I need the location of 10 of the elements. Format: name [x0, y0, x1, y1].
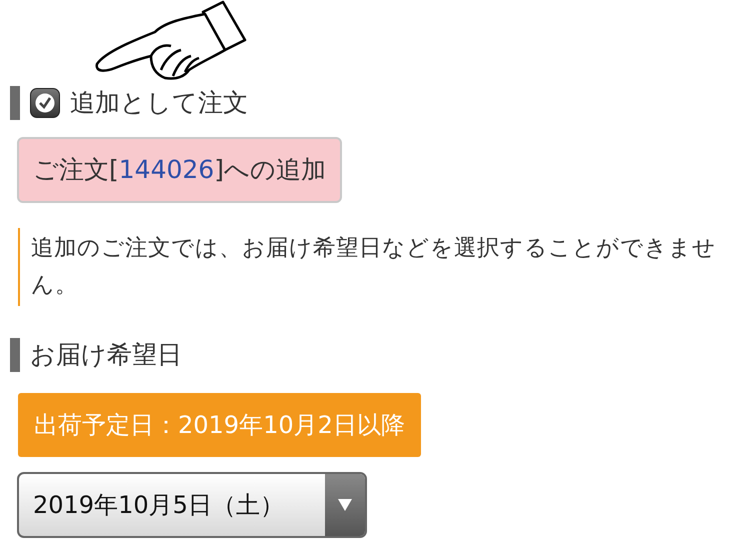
date-select[interactable]: 2019年10月5日（土） [17, 472, 367, 538]
heading-bar [10, 338, 20, 372]
ship-date-banner: 出荷予定日：2019年10月2日以降 [18, 392, 421, 456]
heading-bar [10, 86, 20, 120]
order-addition-label: ご注文[144026]への追加 [17, 137, 342, 202]
checkbox-label: 追加として注文 [70, 87, 248, 119]
caret-icon [325, 474, 365, 536]
checkbox[interactable] [30, 88, 60, 118]
section-heading: お届け希望日 [30, 338, 182, 370]
notice-text: 追加のご注文では、お届け希望日などを選択することができません。 [18, 228, 740, 306]
